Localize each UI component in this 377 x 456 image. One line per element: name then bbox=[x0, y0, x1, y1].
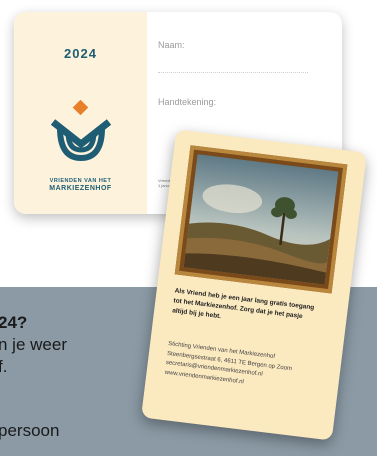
card-year: 2024 bbox=[64, 46, 97, 61]
painting-frame bbox=[174, 145, 348, 294]
card-message: Als Vriend heb je een jaar lang gratis t… bbox=[172, 286, 334, 335]
partial-heading: 24? bbox=[0, 313, 28, 332]
markiezenhof-logo-icon bbox=[50, 100, 112, 162]
name-label: Naam: bbox=[158, 40, 185, 50]
signature-label: Handtekening: bbox=[158, 97, 217, 107]
logo-line: VRIENDEN VAN HET bbox=[49, 178, 112, 184]
partial-text-line: f. bbox=[0, 357, 8, 376]
name-line bbox=[158, 72, 308, 73]
logo-wordmark: VRIENDEN VAN HET MARKIEZENHOF bbox=[14, 178, 147, 192]
card-address: Stichting Vrienden van het Markiezenhof … bbox=[164, 340, 327, 397]
landscape-painting-image bbox=[183, 154, 339, 285]
card-brand-panel: 2024 VRIENDEN VAN HET MARKIEZENHOF bbox=[14, 12, 147, 214]
logo-line: MARKIEZENHOF bbox=[49, 185, 112, 192]
partial-text-line: persoon bbox=[0, 421, 60, 440]
partial-text-line: n je weer bbox=[0, 335, 67, 354]
membership-card-back: Als Vriend heb je een jaar lang gratis t… bbox=[141, 129, 367, 441]
